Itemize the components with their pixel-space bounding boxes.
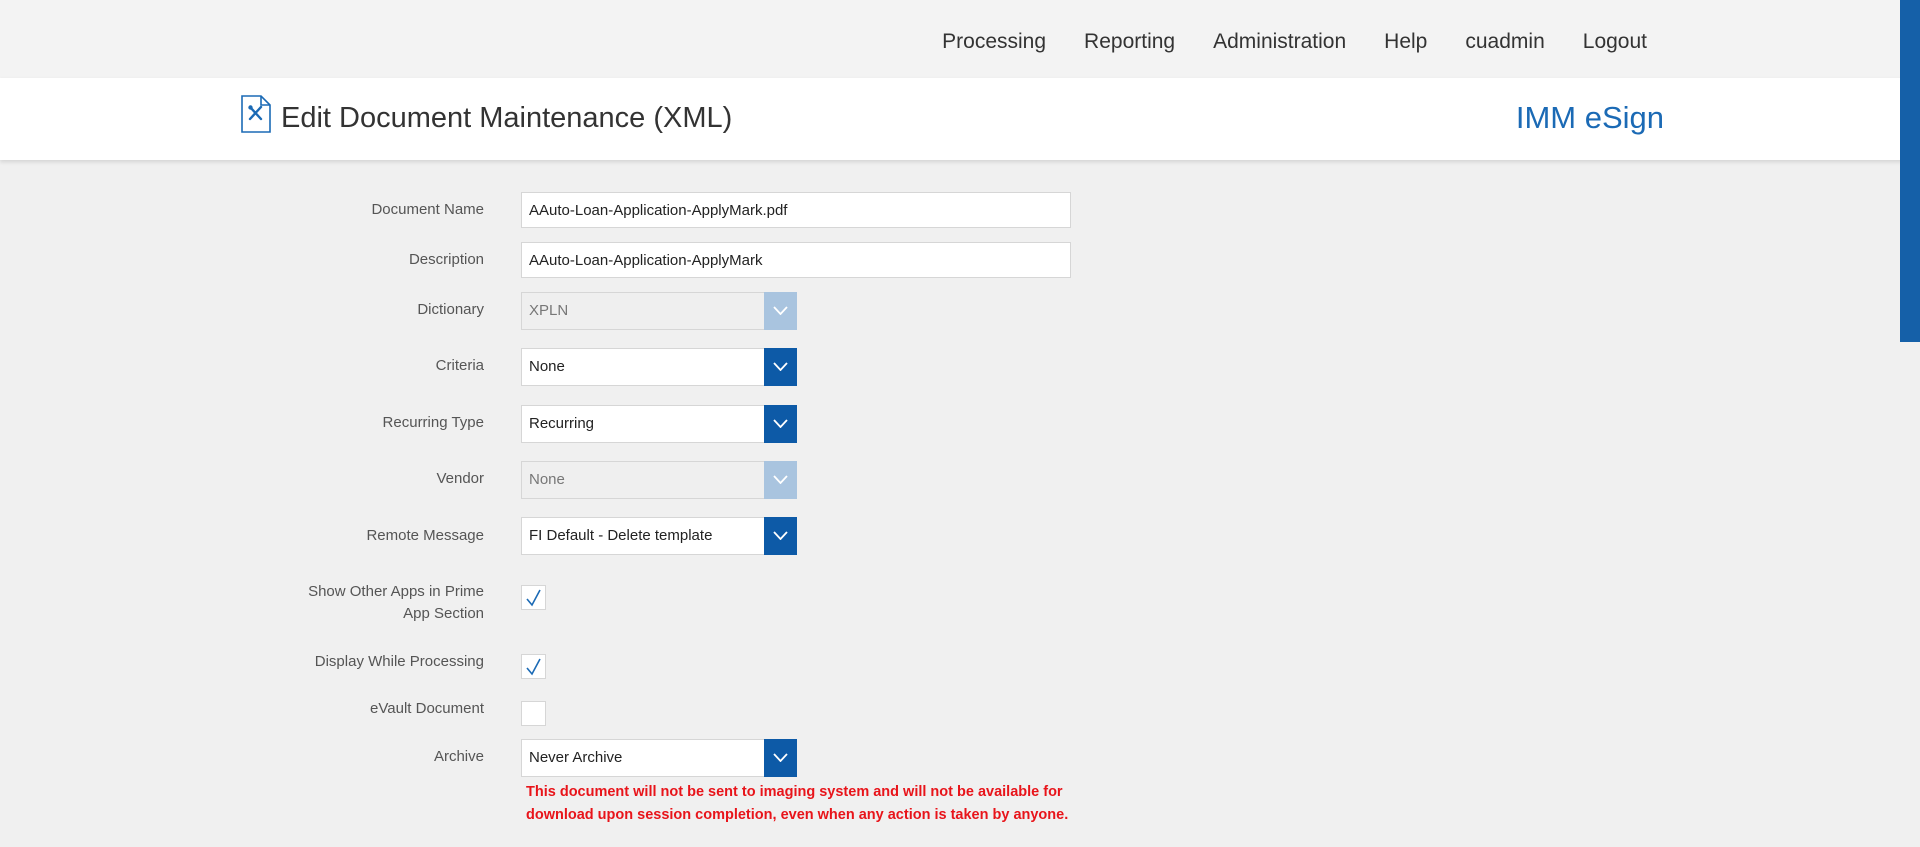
remote-message-dropdown-button[interactable] [764,517,797,555]
nav-user-cuadmin[interactable]: cuadmin [1465,30,1544,54]
criteria-select[interactable]: None [521,348,797,386]
criteria-label: Criteria [435,357,484,374]
archive-warning-line1: This document will not be sent to imagin… [526,784,1063,800]
criteria-value: None [529,358,565,375]
vendor-value: None [529,471,565,488]
page-header: Edit Document Maintenance (XML) IMM eSig… [0,78,1920,160]
archive-warning-line2: download upon session completion, even w… [526,807,1069,823]
archive-label: Archive [433,748,484,765]
checkmark-icon [526,658,541,676]
top-navigation-bar: Processing Reporting Administration Help… [0,0,1920,78]
display-while-processing-label: Display While Processing [314,653,484,670]
nav-help[interactable]: Help [1384,30,1427,54]
evault-document-checkbox[interactable] [521,701,546,726]
archive-value: Never Archive [529,749,623,766]
chevron-down-icon [773,475,788,484]
recurring-type-value: Recurring [529,415,595,432]
recurring-type-dropdown-button[interactable] [764,405,797,443]
nav-logout[interactable]: Logout [1583,30,1647,54]
evault-document-label: eVault Document [370,700,484,717]
document-name-label: Document Name [371,201,484,218]
show-other-apps-checkbox[interactable] [521,585,546,610]
archive-warning-message: This document will not be sent to imagin… [526,781,1086,827]
show-other-apps-label-line2: App Section [403,605,484,622]
archive-select[interactable]: Never Archive [521,739,797,777]
main-menu: Processing Reporting Administration Help… [904,0,1647,84]
dictionary-dropdown-button [764,292,797,330]
checkmark-icon [526,589,541,607]
recurring-type-select[interactable]: Recurring [521,405,797,443]
archive-dropdown-button[interactable] [764,739,797,777]
recurring-type-label: Recurring Type [382,414,484,431]
nav-administration[interactable]: Administration [1213,30,1346,54]
chevron-down-icon [773,306,788,315]
document-name-input[interactable] [521,192,1071,228]
show-other-apps-label-line1: Show Other Apps in Prime [308,583,484,600]
dictionary-label: Dictionary [417,301,484,318]
remote-message-select[interactable]: FI Default - Delete template [521,517,797,555]
chevron-down-icon [773,531,788,540]
description-input[interactable] [521,242,1071,278]
dictionary-value: XPLN [529,302,569,319]
description-label: Description [408,251,484,268]
document-edit-icon [240,95,272,133]
vendor-label: Vendor [436,470,484,487]
page-title: Edit Document Maintenance (XML) [281,102,733,134]
chevron-down-icon [773,753,788,762]
nav-processing[interactable]: Processing [942,30,1046,54]
scrollbar-thumb[interactable] [1900,0,1920,342]
show-other-apps-label: Show Other Apps in Prime App Section [308,581,484,625]
display-while-processing-checkbox[interactable] [521,654,546,679]
remote-message-value: FI Default - Delete template [529,527,713,544]
vendor-select: None [521,461,797,499]
brand-logo-text: IMM eSign [1515,100,1664,135]
dictionary-select: XPLN [521,292,797,330]
criteria-dropdown-button[interactable] [764,348,797,386]
chevron-down-icon [773,419,788,428]
vendor-dropdown-button [764,461,797,499]
chevron-down-icon [773,362,788,371]
nav-reporting[interactable]: Reporting [1084,30,1175,54]
remote-message-label: Remote Message [366,527,484,544]
